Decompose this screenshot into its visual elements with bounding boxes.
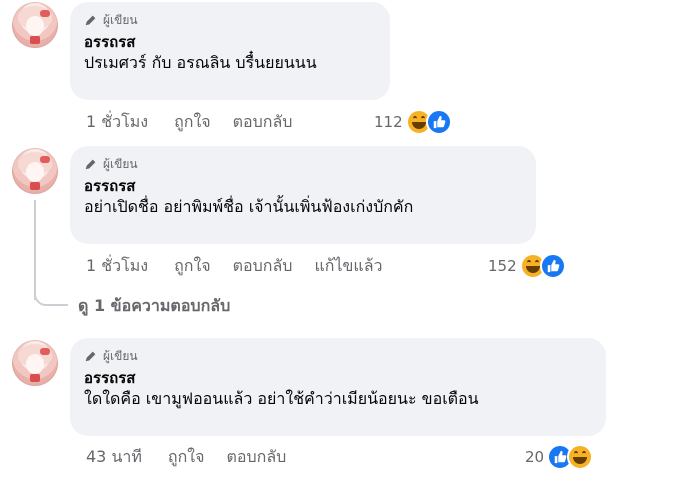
author-badge-label: ผู้เขียน [103, 12, 138, 27]
haha-icon [567, 444, 594, 470]
reaction-count: 112 [374, 113, 403, 131]
reaction-summary[interactable]: 20 [525, 444, 594, 470]
author-badge-label: ผู้เขียน [103, 348, 138, 363]
author-badge: ผู้เขียน [84, 11, 376, 29]
reaction-count: 152 [488, 257, 517, 275]
author-badge: ผู้เขียน [84, 347, 592, 365]
like-button[interactable]: ถูกใจ [174, 254, 211, 279]
comment-author[interactable]: อรรถรส [84, 368, 592, 388]
comment-text: อย่าเปิดชื่อ อย่าพิมพ์ชื่อ เจ้านั้นเพิ่น… [84, 197, 414, 216]
comment-actions: 1 ชั่วโมง ถูกใจ ตอบกลับ [86, 110, 314, 134]
comment-actions: 43 นาที ถูกใจ ตอบกลับ [86, 445, 308, 469]
thread-connector [34, 284, 68, 306]
avatar[interactable] [12, 340, 58, 386]
comment-author[interactable]: อรรถรส [84, 176, 522, 196]
comment-time[interactable]: 1 ชั่วโมง [86, 254, 148, 279]
comment-actions: 1 ชั่วโมง ถูกใจ ตอบกลับ แก้ไขแล้ว [86, 254, 405, 278]
author-badge: ผู้เขียน [84, 155, 522, 173]
edited-label[interactable]: แก้ไขแล้ว [314, 254, 382, 279]
comment-text: ปรเมศวร์ กับ อรณลิน บรื๋นยยนนน [84, 53, 317, 72]
reaction-summary[interactable]: 152 [488, 253, 566, 279]
like-icon [425, 109, 452, 135]
view-replies-link[interactable]: ดู 1 ข้อความตอบกลับ [78, 294, 230, 319]
comment-time[interactable]: 43 นาที [86, 445, 142, 470]
comment-bubble: ผู้เขียน อรรถรส อย่าเปิดชื่อ อย่าพิมพ์ชื… [70, 146, 536, 244]
pen-icon [85, 14, 97, 26]
comment-text: ใดใดคือ เขามูฟออนแล้ว อย่าใช้คำว่าเมียน้… [84, 389, 479, 408]
comment-bubble: ผู้เขียน อรรถรส ใดใดคือ เขามูฟออนแล้ว อย… [70, 338, 606, 436]
like-button[interactable]: ถูกใจ [168, 445, 205, 470]
author-badge-label: ผู้เขียน [103, 156, 138, 171]
like-button[interactable]: ถูกใจ [174, 110, 211, 135]
reaction-summary[interactable]: 112 [374, 109, 452, 135]
comment-time[interactable]: 1 ชั่วโมง [86, 110, 148, 135]
comment-bubble: ผู้เขียน อรรถรส ปรเมศวร์ กับ อรณลิน บรื๋… [70, 2, 390, 100]
avatar[interactable] [12, 2, 58, 48]
reaction-count: 20 [525, 448, 545, 466]
pen-icon [85, 158, 97, 170]
avatar[interactable] [12, 148, 58, 194]
reply-button[interactable]: ตอบกลับ [233, 110, 293, 135]
like-icon [539, 253, 566, 279]
comment-author[interactable]: อรรถรส [84, 32, 376, 52]
reply-button[interactable]: ตอบกลับ [226, 445, 286, 470]
pen-icon [85, 350, 97, 362]
reply-button[interactable]: ตอบกลับ [233, 254, 293, 279]
